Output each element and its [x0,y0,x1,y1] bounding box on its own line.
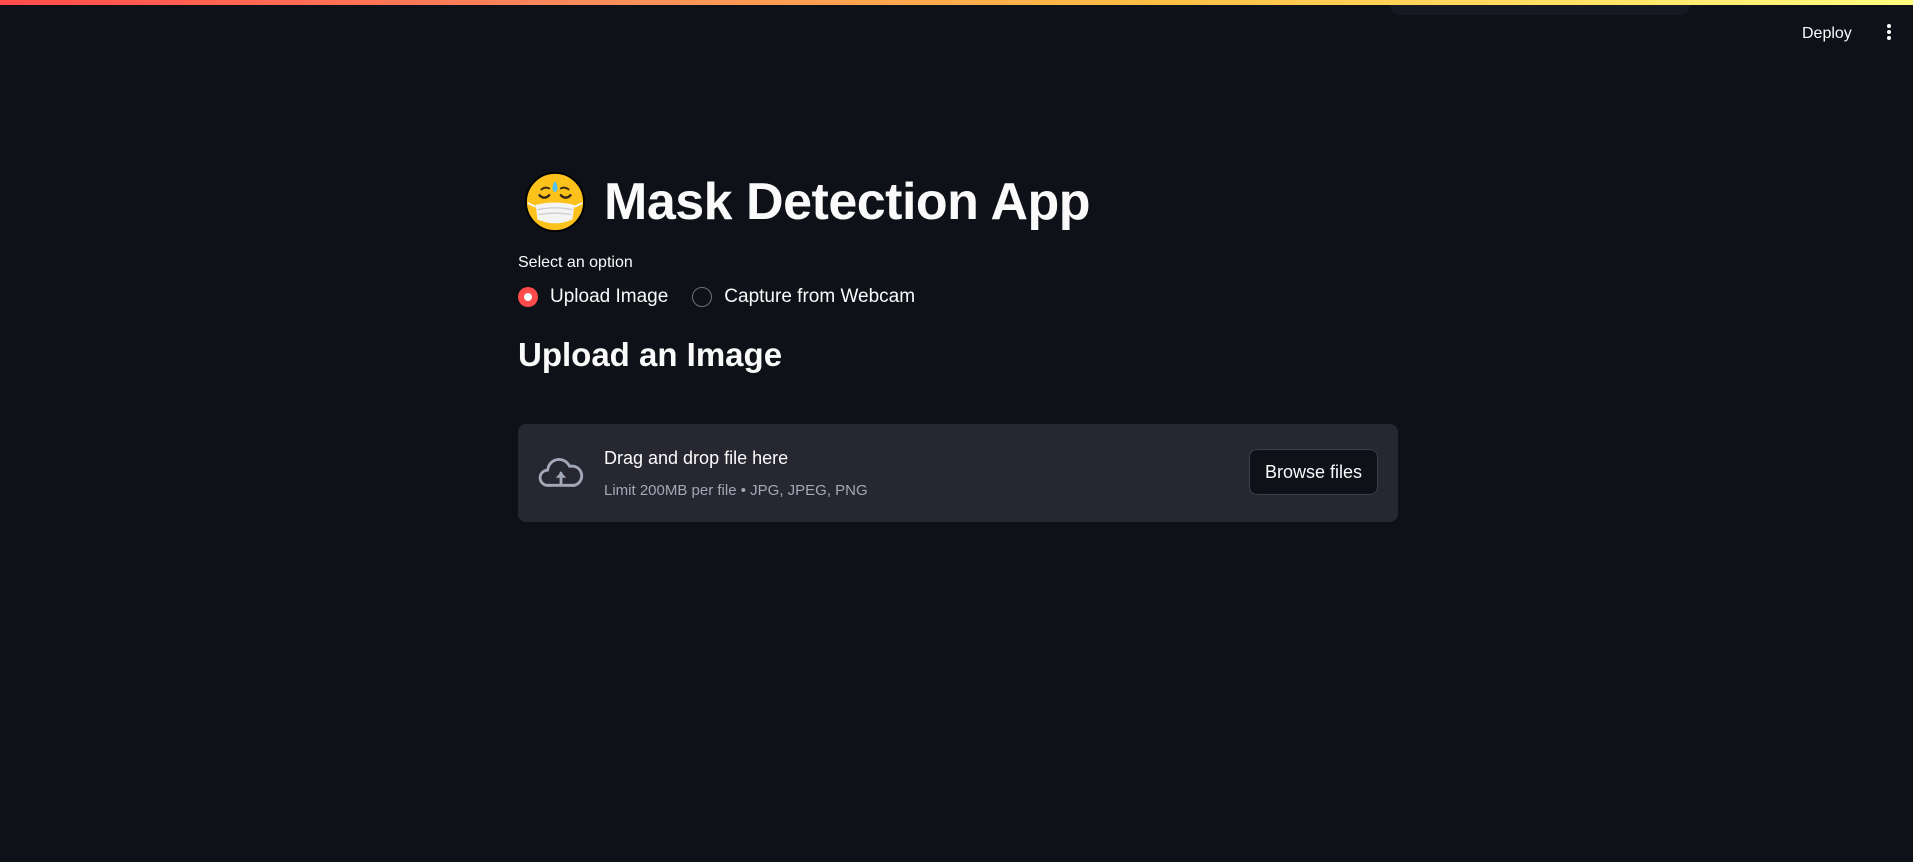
face-with-medical-mask-icon [524,171,586,233]
deploy-button[interactable]: Deploy [1794,22,1860,46]
radio-selected-icon[interactable] [518,287,538,307]
radio-option-label: Capture from Webcam [724,286,916,307]
radio-option-capture-webcam[interactable]: Capture from Webcam [692,286,915,308]
cloud-upload-icon [538,458,584,487]
browse-files-button[interactable]: Browse files [1248,449,1378,495]
file-uploader-dropzone[interactable]: Drag and drop file here Limit 200MB per … [518,424,1398,522]
section-heading: Upload an Image [518,336,783,373]
option-radio-group: Upload Image Capture from Webcam [518,286,1398,308]
radio-unselected-icon[interactable] [692,287,713,307]
app-header: Deploy [0,0,1913,60]
radio-option-upload-image[interactable]: Upload Image [518,286,668,308]
vertical-ellipsis-icon[interactable] [1882,22,1896,48]
radio-option-label: Upload Image [550,286,669,307]
page-title: Mask Detection App [604,173,1091,231]
main-content: Mask Detection App Select an option Uplo… [518,160,1398,522]
radio-group-label: Select an option [518,254,633,271]
title-row: Mask Detection App [518,160,1398,244]
dropzone-title: Drag and drop file here [604,448,789,468]
dropzone-limit-text: Limit 200MB per file • JPG, JPEG, PNG [604,482,868,499]
